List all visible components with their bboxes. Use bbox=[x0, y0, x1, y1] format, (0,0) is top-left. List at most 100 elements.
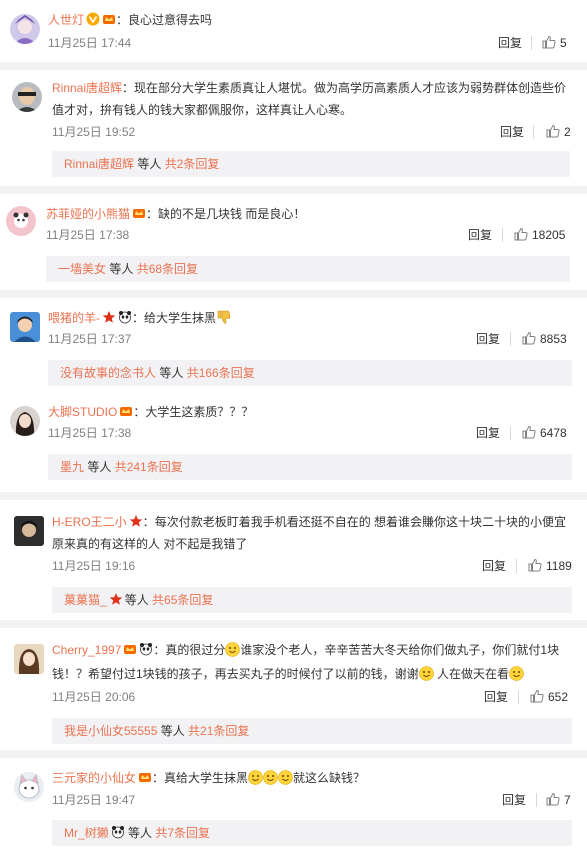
username[interactable]: 大脚STUDIO bbox=[48, 405, 117, 419]
sub-replies-bar[interactable]: 墨九 等人 共241条回复 bbox=[48, 454, 572, 480]
reply-button[interactable]: 回复 bbox=[484, 688, 508, 706]
separator bbox=[0, 492, 587, 500]
username[interactable]: H-ERO王二小 bbox=[52, 515, 127, 529]
like-button[interactable]: 6478 bbox=[522, 424, 567, 442]
username[interactable]: 三元家的小仙女 bbox=[52, 771, 136, 785]
comment-4: 喂猪的羊- ：给大学生抹黑 11月25日 17:37 回复 8853 没有故事的念… bbox=[0, 298, 587, 394]
sub-reply-user[interactable]: Mr_树獭 bbox=[64, 826, 109, 840]
divider bbox=[536, 793, 537, 807]
panda-icon bbox=[118, 310, 132, 324]
timestamp: 11月25日 17:38 bbox=[48, 426, 132, 440]
sub-reply-mid: 等人 bbox=[124, 593, 153, 607]
avatar[interactable] bbox=[12, 82, 42, 112]
comment-text: 真的很过分 bbox=[165, 643, 226, 657]
sub-reply-mid: 等人 bbox=[124, 826, 156, 840]
separator bbox=[0, 290, 587, 298]
sub-replies-bar[interactable]: 没有故事的念书人 等人 共166条回复 bbox=[48, 360, 572, 386]
smiley-emoji-icon bbox=[418, 666, 434, 681]
like-button[interactable]: 2 bbox=[546, 123, 571, 141]
timestamp: 11月25日 17:44 bbox=[48, 36, 132, 50]
reply-button[interactable]: 回复 bbox=[476, 424, 500, 442]
sub-reply-user[interactable]: 菓菓猫_ bbox=[64, 593, 107, 607]
like-button[interactable]: 7 bbox=[546, 791, 571, 809]
sub-reply-count[interactable]: 共65条回复 bbox=[152, 593, 213, 607]
comment-2: Rinnai唐超辉：现在部分大学生素质真让人堪忧。做为高学历高素质人才应该为弱势… bbox=[0, 70, 587, 186]
divider bbox=[518, 690, 519, 704]
like-count: 7 bbox=[564, 793, 571, 807]
separator bbox=[0, 620, 587, 628]
comment-3: 苏菲娅的小熊猫 ：缺的不是几块钱 而是良心！ 11月25日 17:38 回复 18… bbox=[0, 194, 587, 290]
sub-reply-count[interactable]: 共166条回复 bbox=[187, 366, 255, 380]
reply-button[interactable]: 回复 bbox=[500, 123, 524, 141]
comment-line: 大脚STUDIO ：大学生这素质？？？ bbox=[48, 405, 254, 419]
sub-reply-count[interactable]: 共2条回复 bbox=[165, 157, 220, 171]
smiley-emoji-icon bbox=[278, 770, 293, 785]
comment-line-2: 值才对，拚有钱人的钱大家都佩服你，这样真让人心寒。 bbox=[52, 100, 352, 120]
username[interactable]: Cherry_1997 bbox=[52, 643, 121, 657]
like-count: 1189 bbox=[546, 559, 572, 573]
comment-1: 人世灯 ：良心过意得去吗 11月25日 17:44 回复 5 bbox=[0, 0, 587, 62]
divider bbox=[510, 332, 511, 346]
like-count: 18205 bbox=[532, 228, 566, 242]
username[interactable]: 喂猪的羊- bbox=[48, 311, 100, 325]
reply-button[interactable]: 回复 bbox=[468, 226, 492, 244]
timestamp: 11月25日 17:37 bbox=[48, 332, 132, 346]
reply-button[interactable]: 回复 bbox=[502, 791, 526, 809]
like-button[interactable]: 8853 bbox=[522, 330, 567, 348]
sub-replies-bar[interactable]: 菓菓猫_ 等人 共65条回复 bbox=[52, 587, 572, 613]
reply-button[interactable]: 回复 bbox=[498, 34, 522, 52]
comment-text: 真给大学生抹黑 bbox=[164, 771, 249, 785]
comment-line: Cherry_1997 ：真的很过分 谁家没个老人，辛辛苦苦大冬天给你们做丸子，你们… bbox=[52, 642, 560, 657]
comment-line: H-ERO王二小 ：每次付款老板盯着我手机看还挺不自在的 想着谁会賺你这十块二十块… bbox=[52, 515, 567, 529]
like-count: 8853 bbox=[540, 332, 567, 346]
comment-text: 缺的不是几块钱 而是良心！ bbox=[158, 207, 306, 221]
avatar[interactable] bbox=[10, 312, 40, 342]
avatar[interactable] bbox=[14, 644, 44, 674]
sub-reply-mid: 等人 bbox=[106, 262, 137, 276]
comment-text: 就这么缺钱？ bbox=[293, 771, 366, 785]
smiley-emoji-icon bbox=[248, 770, 263, 785]
timestamp: 11月25日 17:38 bbox=[46, 228, 130, 242]
member-crown-icon bbox=[102, 12, 116, 26]
sub-reply-count[interactable]: 共21条回复 bbox=[188, 724, 249, 738]
like-button[interactable]: 5 bbox=[542, 34, 567, 52]
separator bbox=[0, 186, 587, 194]
like-button[interactable]: 652 bbox=[530, 688, 568, 706]
timestamp: 11月25日 19:52 bbox=[52, 125, 136, 139]
reply-button[interactable]: 回复 bbox=[476, 330, 500, 348]
sub-reply-user[interactable]: 一墙美女 bbox=[58, 262, 106, 276]
sub-reply-mid: 等人 bbox=[156, 366, 187, 380]
like-count: 5 bbox=[560, 36, 567, 50]
avatar[interactable] bbox=[14, 772, 44, 802]
sub-reply-user[interactable]: 墨九 bbox=[60, 460, 84, 474]
sub-replies-bar[interactable]: 一墙美女 等人 共68条回复 bbox=[46, 256, 570, 282]
sub-reply-mid: 等人 bbox=[84, 460, 115, 474]
avatar[interactable] bbox=[14, 516, 44, 546]
username[interactable]: 苏菲娅的小熊猫 bbox=[46, 207, 130, 221]
sub-reply-user[interactable]: 我是小仙女55555 bbox=[64, 724, 157, 738]
separator bbox=[0, 750, 587, 758]
sub-replies-bar[interactable]: Mr_树獭 等人 共7条回复 bbox=[52, 820, 572, 846]
sub-replies-bar[interactable]: 我是小仙女55555 等人 共21条回复 bbox=[52, 718, 572, 744]
reply-button[interactable]: 回复 bbox=[482, 557, 506, 575]
sub-reply-count[interactable]: 共68条回复 bbox=[137, 262, 198, 276]
thumbs-up-icon bbox=[546, 792, 560, 806]
like-count: 2 bbox=[564, 125, 571, 139]
comment-line: 三元家的小仙女 ：真给大学生抹黑 就这么缺钱？ bbox=[52, 770, 366, 785]
sub-reply-user[interactable]: 没有故事的念书人 bbox=[60, 366, 156, 380]
like-button[interactable]: 1189 bbox=[528, 557, 572, 575]
timestamp: 11月25日 19:16 bbox=[52, 559, 136, 573]
avatar[interactable] bbox=[10, 14, 40, 44]
sub-reply-count[interactable]: 共7条回复 bbox=[155, 826, 210, 840]
avatar[interactable] bbox=[6, 206, 36, 236]
avatar[interactable] bbox=[10, 406, 40, 436]
divider bbox=[502, 228, 503, 242]
sub-reply-count[interactable]: 共241条回复 bbox=[115, 460, 183, 474]
username[interactable]: 人世灯 bbox=[48, 13, 84, 27]
sub-replies-bar[interactable]: Rinnai唐超辉 等人 共2条回复 bbox=[52, 151, 570, 177]
comment-text: 现在部分大学生素质真让人堪忧。做为高学历高素质人才应该为弱势群体创造些价 bbox=[134, 81, 567, 95]
comment-line-2: 钱！？希望付过1块钱的孩子，再去买丸子的时候付了以前的钱，谢谢 人在做天在看 bbox=[52, 664, 524, 684]
like-button[interactable]: 18205 bbox=[514, 226, 565, 244]
sub-reply-user[interactable]: Rinnai唐超辉 bbox=[64, 157, 134, 171]
username[interactable]: Rinnai唐超辉 bbox=[52, 81, 122, 95]
